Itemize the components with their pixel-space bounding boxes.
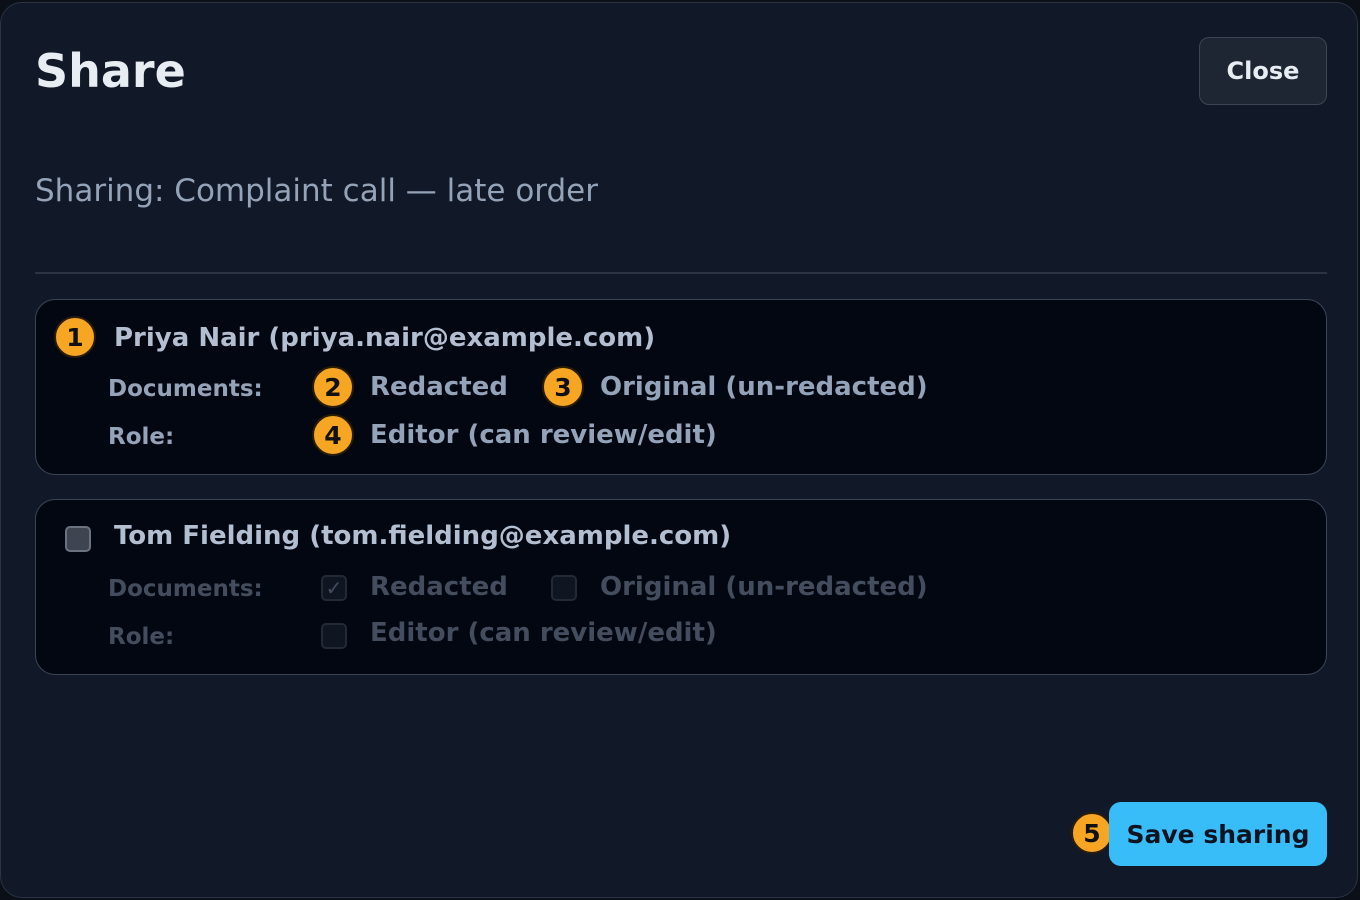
sharing-subtitle: Sharing: Complaint call — late order xyxy=(35,173,598,209)
step-badge-1[interactable]: 1 xyxy=(54,316,96,358)
editor-checkbox-tom[interactable] xyxy=(321,623,347,649)
option-redacted-label: Redacted xyxy=(370,572,508,602)
step-badge-5[interactable]: 5 xyxy=(1071,812,1113,854)
check-icon: ✓ xyxy=(325,576,343,600)
user-name-tom: Tom Fielding (tom.fielding@example.com) xyxy=(114,521,732,551)
save-sharing-button[interactable]: Save sharing xyxy=(1109,802,1327,866)
option-editor-label: Editor (can review/edit) xyxy=(370,618,717,648)
documents-label: Documents: xyxy=(108,376,263,402)
step-badge-3[interactable]: 3 xyxy=(542,366,584,408)
redacted-checkbox-tom[interactable]: ✓ xyxy=(321,575,347,601)
documents-label: Documents: xyxy=(108,576,263,602)
original-checkbox-tom[interactable] xyxy=(551,575,577,601)
share-dialog: Share Close Sharing: Complaint call — la… xyxy=(0,2,1358,898)
dialog-title: Share xyxy=(35,44,186,98)
user-card-tom: Tom Fielding (tom.fielding@example.com) … xyxy=(35,499,1327,675)
role-label: Role: xyxy=(108,424,175,450)
header-divider xyxy=(35,272,1327,274)
option-editor-label: Editor (can review/edit) xyxy=(370,420,717,450)
option-redacted-label: Redacted xyxy=(370,372,508,402)
close-button[interactable]: Close xyxy=(1199,37,1327,105)
user-name-priya: Priya Nair (priya.nair@example.com) xyxy=(114,323,656,353)
role-label: Role: xyxy=(108,624,175,650)
option-original-label: Original (un-redacted) xyxy=(600,572,928,602)
user-card-priya: 1 Priya Nair (priya.nair@example.com) Do… xyxy=(35,299,1327,475)
step-badge-4[interactable]: 4 xyxy=(312,414,354,456)
select-user-checkbox-tom[interactable] xyxy=(65,526,91,552)
step-badge-2[interactable]: 2 xyxy=(312,366,354,408)
option-original-label: Original (un-redacted) xyxy=(600,372,928,402)
